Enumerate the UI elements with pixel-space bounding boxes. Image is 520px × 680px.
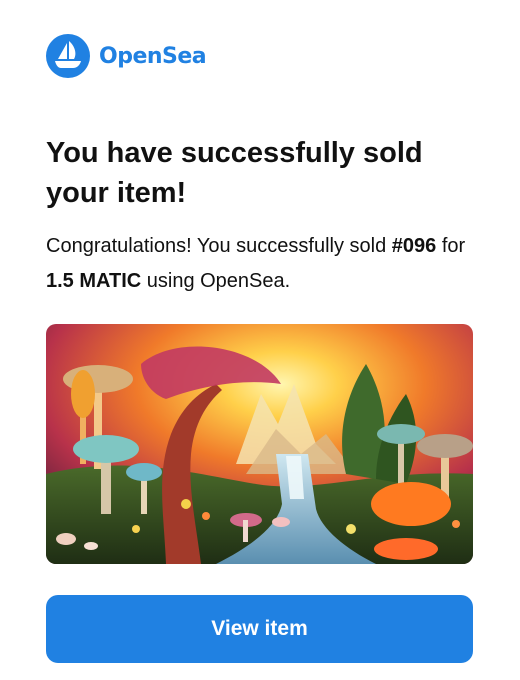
message-prefix: Congratulations! You successfully sold xyxy=(46,235,392,257)
item-id: #096 xyxy=(391,235,437,257)
opensea-logo-icon xyxy=(46,34,90,78)
message-for: for xyxy=(436,235,466,257)
email-card: OpenSea You have successfully sold your … xyxy=(0,0,520,680)
view-item-button[interactable]: View item xyxy=(46,595,473,663)
page-title: You have successfully sold your item! xyxy=(46,137,423,209)
brand-header: OpenSea xyxy=(46,34,207,78)
message-suffix: using OpenSea. xyxy=(141,270,291,292)
nft-artwork-image[interactable] xyxy=(46,324,473,564)
sale-price: 1.5 MATIC xyxy=(46,270,142,292)
sale-message: Congratulations! You successfully sold #… xyxy=(46,229,476,299)
brand-name: OpenSea xyxy=(99,43,207,69)
